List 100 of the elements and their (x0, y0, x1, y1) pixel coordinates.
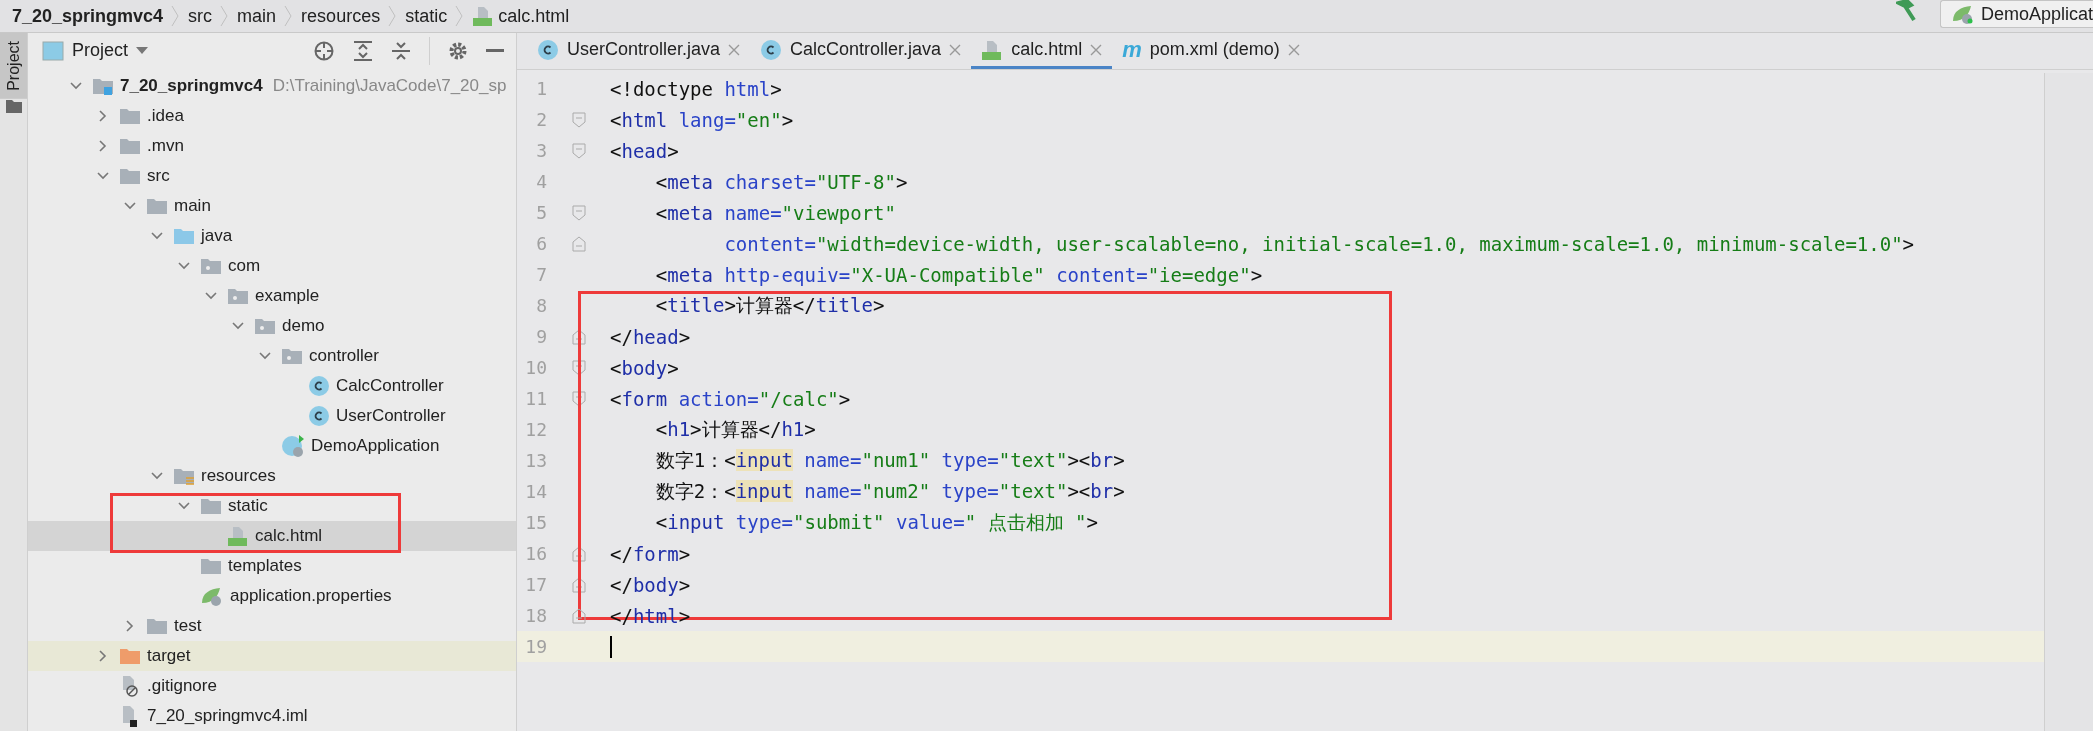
code-line: <head> (610, 139, 679, 162)
tree-item[interactable]: demo (28, 311, 516, 341)
line-number: 5 (535, 202, 547, 223)
editor-tab[interactable]: CalcController.java (750, 33, 972, 69)
tree-item[interactable]: main (28, 191, 516, 221)
code-line: content="width=device-width, user-scalable=no, initial-scale=1.0, maximum-scale=1.0, minimum-scale=1.0"> (723, 232, 1915, 255)
class-icon (537, 38, 559, 61)
code-line: <meta charset="UTF-8"> (654, 170, 908, 193)
html-file-icon (227, 525, 249, 547)
side-tab[interactable]: Project (0, 33, 27, 99)
leaf-gear-icon (200, 585, 224, 607)
crosshair-icon[interactable] (313, 39, 335, 62)
breadcrumb-separator-icon (220, 5, 230, 27)
breadcrumb-item[interactable]: calc.html (472, 5, 570, 27)
html-file-icon (981, 38, 1004, 61)
settings-icon[interactable] (448, 40, 468, 61)
breadcrumb-separator-icon (455, 5, 465, 27)
tree-item[interactable]: .mvn (28, 131, 516, 161)
breadcrumb-item[interactable]: resources (301, 5, 381, 27)
code-line: 数字1：<input name="num1" type="text"><br> (654, 447, 1125, 473)
tree-item[interactable]: test (28, 611, 516, 641)
fold-marker-icon[interactable] (571, 204, 586, 221)
minimize-icon[interactable] (486, 48, 504, 53)
tree-item[interactable]: application.properties (28, 581, 516, 611)
code-line: <form action="/calc"> (610, 387, 851, 410)
tree-item[interactable]: 7_20_springmvc4.iml (28, 701, 516, 731)
fold-marker-icon[interactable] (571, 607, 586, 624)
editor-tab[interactable]: calc.html (971, 33, 1113, 69)
tree-item[interactable]: .idea (28, 101, 516, 131)
code-line: <body> (610, 356, 679, 379)
breadcrumb-item[interactable]: main (237, 5, 277, 27)
line-number: 2 (535, 109, 547, 130)
project-view-dropdown[interactable]: Project (42, 40, 149, 61)
editor-tab[interactable]: UserController.java (527, 33, 751, 69)
code-line: </head> (610, 325, 691, 348)
breadcrumb-separator-icon (171, 5, 181, 27)
tree-item[interactable]: static (28, 491, 516, 521)
line-number: 4 (535, 171, 547, 192)
breadcrumb-item[interactable]: src (188, 5, 213, 27)
code-line: <h1>计算器</h1> (654, 416, 816, 442)
leaf-gear-icon (1950, 3, 1975, 25)
line-number: 1 (535, 78, 547, 99)
fold-marker-icon[interactable] (571, 576, 586, 593)
fold-marker-icon[interactable] (571, 142, 586, 159)
line-number: 14 (524, 481, 547, 502)
tree-item[interactable]: 7_20_springmvc4 D:\Training\JavaCode\7_20_sp (28, 71, 516, 101)
line-number: 8 (535, 295, 547, 316)
breadcrumb-item[interactable]: 7_20_springmvc4 (12, 5, 164, 27)
line-number: 11 (524, 388, 547, 409)
line-number: 10 (524, 357, 547, 378)
fold-marker-icon[interactable] (571, 545, 586, 562)
tree-item[interactable]: UserController (28, 401, 516, 431)
collapse-all-icon[interactable] (391, 39, 411, 62)
tree-item[interactable]: resources (28, 461, 516, 491)
tree-item[interactable]: calc.html (28, 521, 516, 551)
run-configuration-dropdown[interactable]: DemoApplicat (1939, 0, 2093, 28)
close-icon[interactable] (1287, 43, 1300, 56)
fold-marker-icon[interactable] (571, 359, 586, 376)
code-line: </form> (610, 542, 691, 565)
window-icon (42, 40, 64, 61)
close-icon[interactable] (949, 43, 962, 56)
tree-item[interactable]: templates (28, 551, 516, 581)
maven-icon: m (1122, 36, 1142, 63)
tree-item[interactable]: com (28, 251, 516, 281)
code-line: <input type="submit" value=" 点击相加 "> (654, 509, 1098, 535)
breadcrumb-item[interactable]: static (405, 5, 448, 27)
line-number: 3 (535, 140, 547, 161)
editor-tab[interactable]: m pom.xml (demo) (1112, 33, 1310, 69)
line-number: 18 (524, 605, 547, 626)
line-number: 19 (524, 636, 547, 657)
breadcrumb-separator-icon (284, 5, 294, 27)
expand-all-icon[interactable] (353, 39, 373, 62)
tree-item[interactable]: DemoApplication (28, 431, 516, 461)
close-icon[interactable] (728, 43, 741, 56)
line-number: 9 (535, 326, 547, 347)
tree-item[interactable]: target (28, 641, 516, 671)
class-icon (760, 38, 783, 61)
class-icon (308, 405, 330, 427)
code-line: <meta name="viewport" (654, 201, 896, 224)
code-line: 数字2：<input name="num2" type="text"><br> (654, 478, 1125, 504)
code-line: </body> (610, 573, 691, 596)
fold-marker-icon[interactable] (571, 390, 586, 407)
line-number: 12 (524, 419, 547, 440)
close-icon[interactable] (1090, 43, 1103, 56)
fold-marker-icon[interactable] (571, 235, 586, 252)
line-number: 7 (535, 264, 547, 285)
fold-marker-icon[interactable] (571, 111, 586, 128)
code-line: <meta http-equiv="X-UA-Compatible" content="ie=edge"> (654, 263, 1263, 286)
breadcrumb-separator-icon (388, 5, 398, 27)
tree-item[interactable]: java (28, 221, 516, 251)
line-number: 6 (535, 233, 547, 254)
tree-item[interactable]: .gitignore (28, 671, 516, 701)
tree-item[interactable]: example (28, 281, 516, 311)
tree-item[interactable]: controller (28, 341, 516, 371)
code-line: <html lang="en"> (610, 108, 794, 131)
tree-item[interactable]: CalcController (28, 371, 516, 401)
fold-marker-icon[interactable] (571, 328, 586, 345)
line-number: 16 (524, 543, 547, 564)
text-cursor (610, 635, 612, 658)
tree-item[interactable]: src (28, 161, 516, 191)
